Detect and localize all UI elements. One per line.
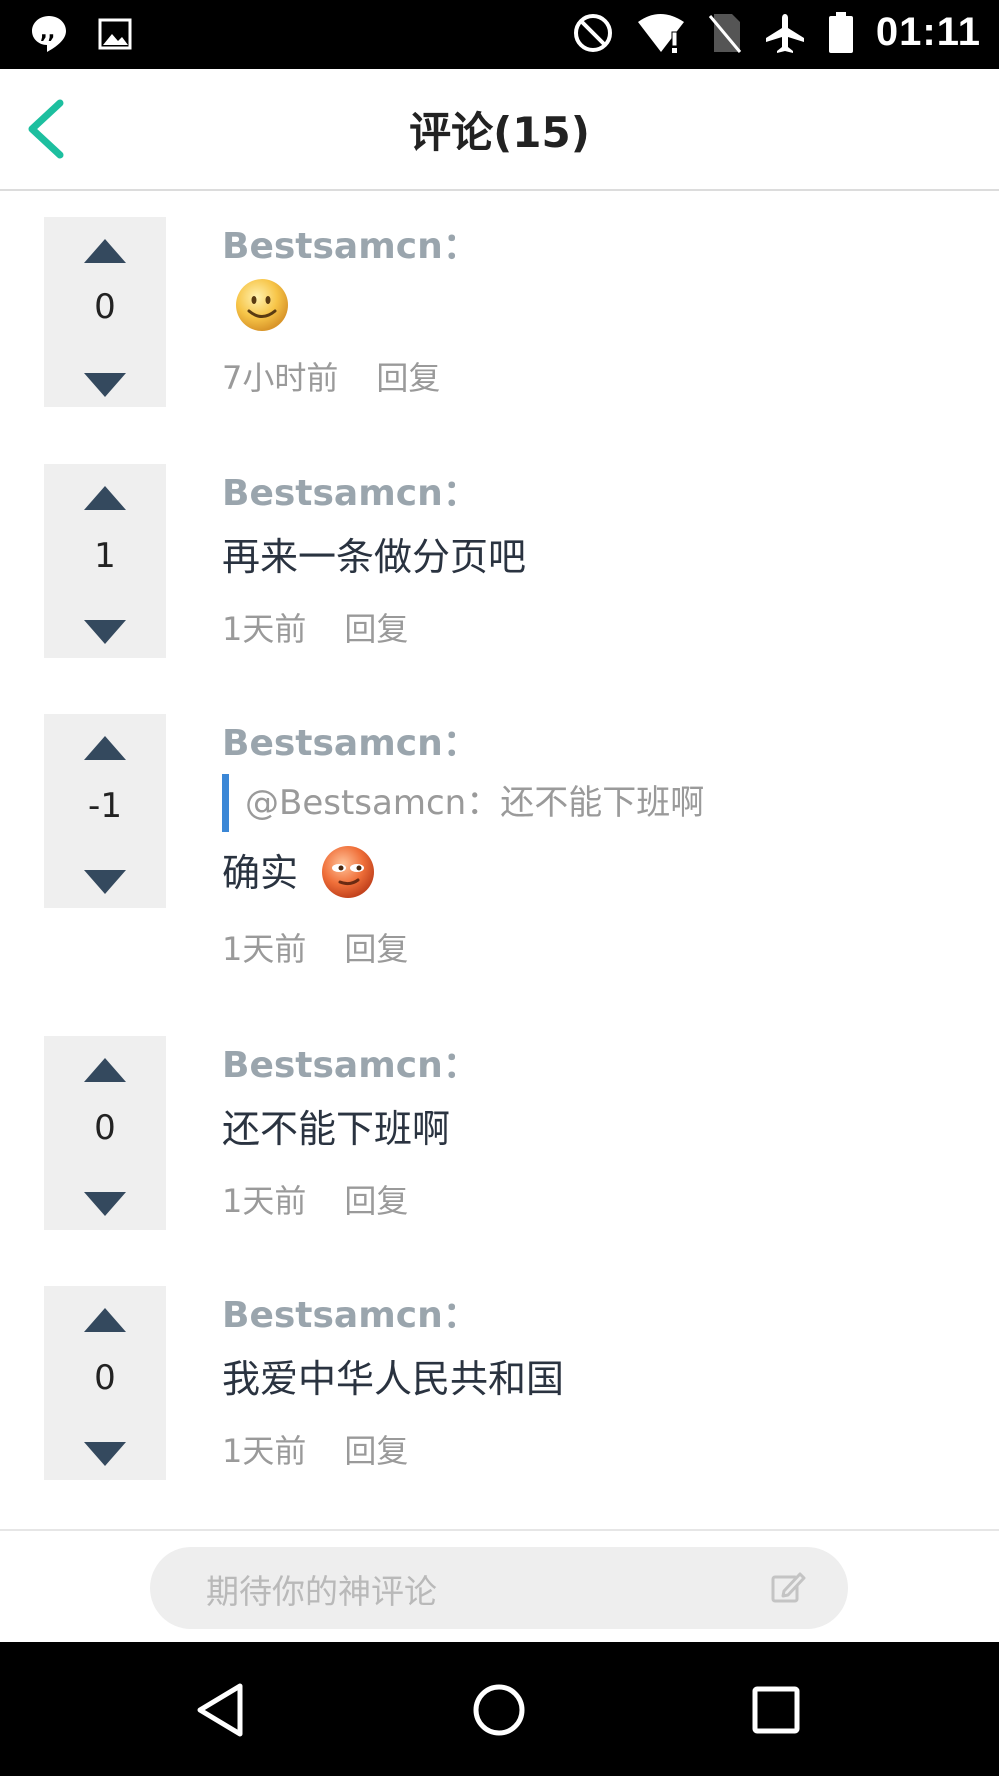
downvote-icon[interactable] — [82, 371, 128, 399]
svg-text:,,: ,, — [40, 19, 55, 43]
quoted-comment: @Bestsamcn：还不能下班啊 — [222, 774, 704, 832]
vote-panel: 1 — [44, 464, 166, 658]
vote-count: 0 — [94, 287, 116, 327]
comment-item: 1 Bestsamcn： 再来一条做分页吧 1天前 回复 — [0, 464, 999, 658]
reply-link[interactable]: 回复 — [344, 930, 408, 968]
status-bar-left: ,, — [30, 14, 132, 54]
status-bar-right: 01:11 — [572, 10, 981, 55]
smirk-emoji — [322, 845, 375, 898]
comment-meta: 1天前 回复 — [222, 924, 408, 970]
downvote-icon[interactable] — [82, 1440, 128, 1468]
recents-square-icon[interactable] — [746, 1680, 806, 1740]
reply-link[interactable]: 回复 — [344, 1182, 408, 1220]
comment-input[interactable]: 期待你的神评论 — [150, 1547, 848, 1629]
upvote-icon[interactable] — [82, 734, 128, 762]
downvote-icon[interactable] — [82, 618, 128, 646]
comment-time: 1天前 — [222, 1182, 307, 1220]
comment-author[interactable]: Bestsamcn： — [222, 1286, 479, 1338]
reply-link[interactable]: 回复 — [376, 359, 440, 397]
comment-meta: 1天前 回复 — [222, 1176, 408, 1222]
downvote-icon[interactable] — [82, 1190, 128, 1218]
comment-time: 7小时前 — [222, 359, 339, 397]
vote-count: 1 — [94, 536, 116, 576]
status-time: 01:11 — [875, 10, 981, 54]
no-sim-icon — [708, 13, 742, 53]
comment-text: 确实 — [222, 851, 299, 895]
battery-icon — [828, 11, 853, 53]
comment-text: 我爱中华人民共和国 — [222, 1357, 565, 1401]
comment-meta: 1天前 回复 — [222, 1426, 408, 1472]
system-nav-bar — [0, 1642, 999, 1776]
comment-author[interactable]: Bestsamcn： — [222, 464, 479, 516]
header-bar: 评论(15) — [0, 69, 999, 191]
comment-text: 再来一条做分页吧 — [222, 535, 527, 579]
comment-input-placeholder: 期待你的神评论 — [206, 1572, 437, 1611]
image-icon — [98, 18, 132, 50]
comment-item: 0 Bestsamcn： 我爱中华人民共和国 1天前 回复 — [0, 1286, 999, 1480]
quote-bubble-icon: ,, — [32, 16, 66, 52]
upvote-icon[interactable] — [82, 237, 128, 265]
vote-count: -1 — [88, 786, 122, 826]
downvote-icon[interactable] — [82, 868, 128, 896]
comment-list[interactable]: 0 Bestsamcn： 7小时前 回复 1 Bestsamcn： 再来一条做分… — [0, 191, 999, 1529]
comment-time: 1天前 — [222, 1432, 307, 1470]
comment-author[interactable]: Bestsamcn： — [222, 1036, 479, 1088]
reply-link[interactable]: 回复 — [344, 1432, 408, 1470]
comment-author[interactable]: Bestsamcn： — [222, 714, 479, 766]
comment-author[interactable]: Bestsamcn： — [222, 217, 479, 269]
reply-link[interactable]: 回复 — [344, 610, 408, 648]
wifi-alert-icon — [637, 13, 684, 53]
do-not-disturb-icon — [573, 13, 612, 52]
edit-icon[interactable] — [770, 1569, 806, 1605]
vote-panel: 0 — [44, 1036, 166, 1230]
vote-panel: -1 — [44, 714, 166, 908]
back-triangle-icon[interactable] — [192, 1680, 252, 1740]
vote-panel: 0 — [44, 217, 166, 407]
vote-count: 0 — [94, 1358, 116, 1398]
airplane-icon — [765, 13, 804, 53]
upvote-icon[interactable] — [82, 1306, 128, 1334]
comment-meta: 7小时前 回复 — [222, 353, 440, 399]
comment-time: 1天前 — [222, 610, 307, 648]
vote-panel: 0 — [44, 1286, 166, 1480]
page-title: 评论(15) — [409, 108, 590, 157]
comment-item: -1 Bestsamcn： @Bestsamcn：还不能下班啊 确实 1天前回复 — [0, 714, 999, 980]
smile-emoji — [236, 279, 288, 331]
comment-time: 1天前 — [222, 930, 307, 968]
upvote-icon[interactable] — [82, 1056, 128, 1084]
status-bar: ,, 01:11 — [0, 0, 999, 69]
comment-text-wrap: 确实 — [222, 842, 376, 900]
home-circle-icon[interactable] — [469, 1680, 529, 1740]
vote-count: 0 — [94, 1108, 116, 1148]
upvote-icon[interactable] — [82, 484, 128, 512]
comment-meta: 1天前 回复 — [222, 604, 408, 650]
comment-input-bar: 期待你的神评论 — [0, 1529, 999, 1644]
comment-text: 还不能下班啊 — [222, 1107, 451, 1151]
comment-item: 0 Bestsamcn： 还不能下班啊 1天前 回复 — [0, 1036, 999, 1230]
comment-item: 0 Bestsamcn： 7小时前 回复 — [0, 217, 999, 409]
